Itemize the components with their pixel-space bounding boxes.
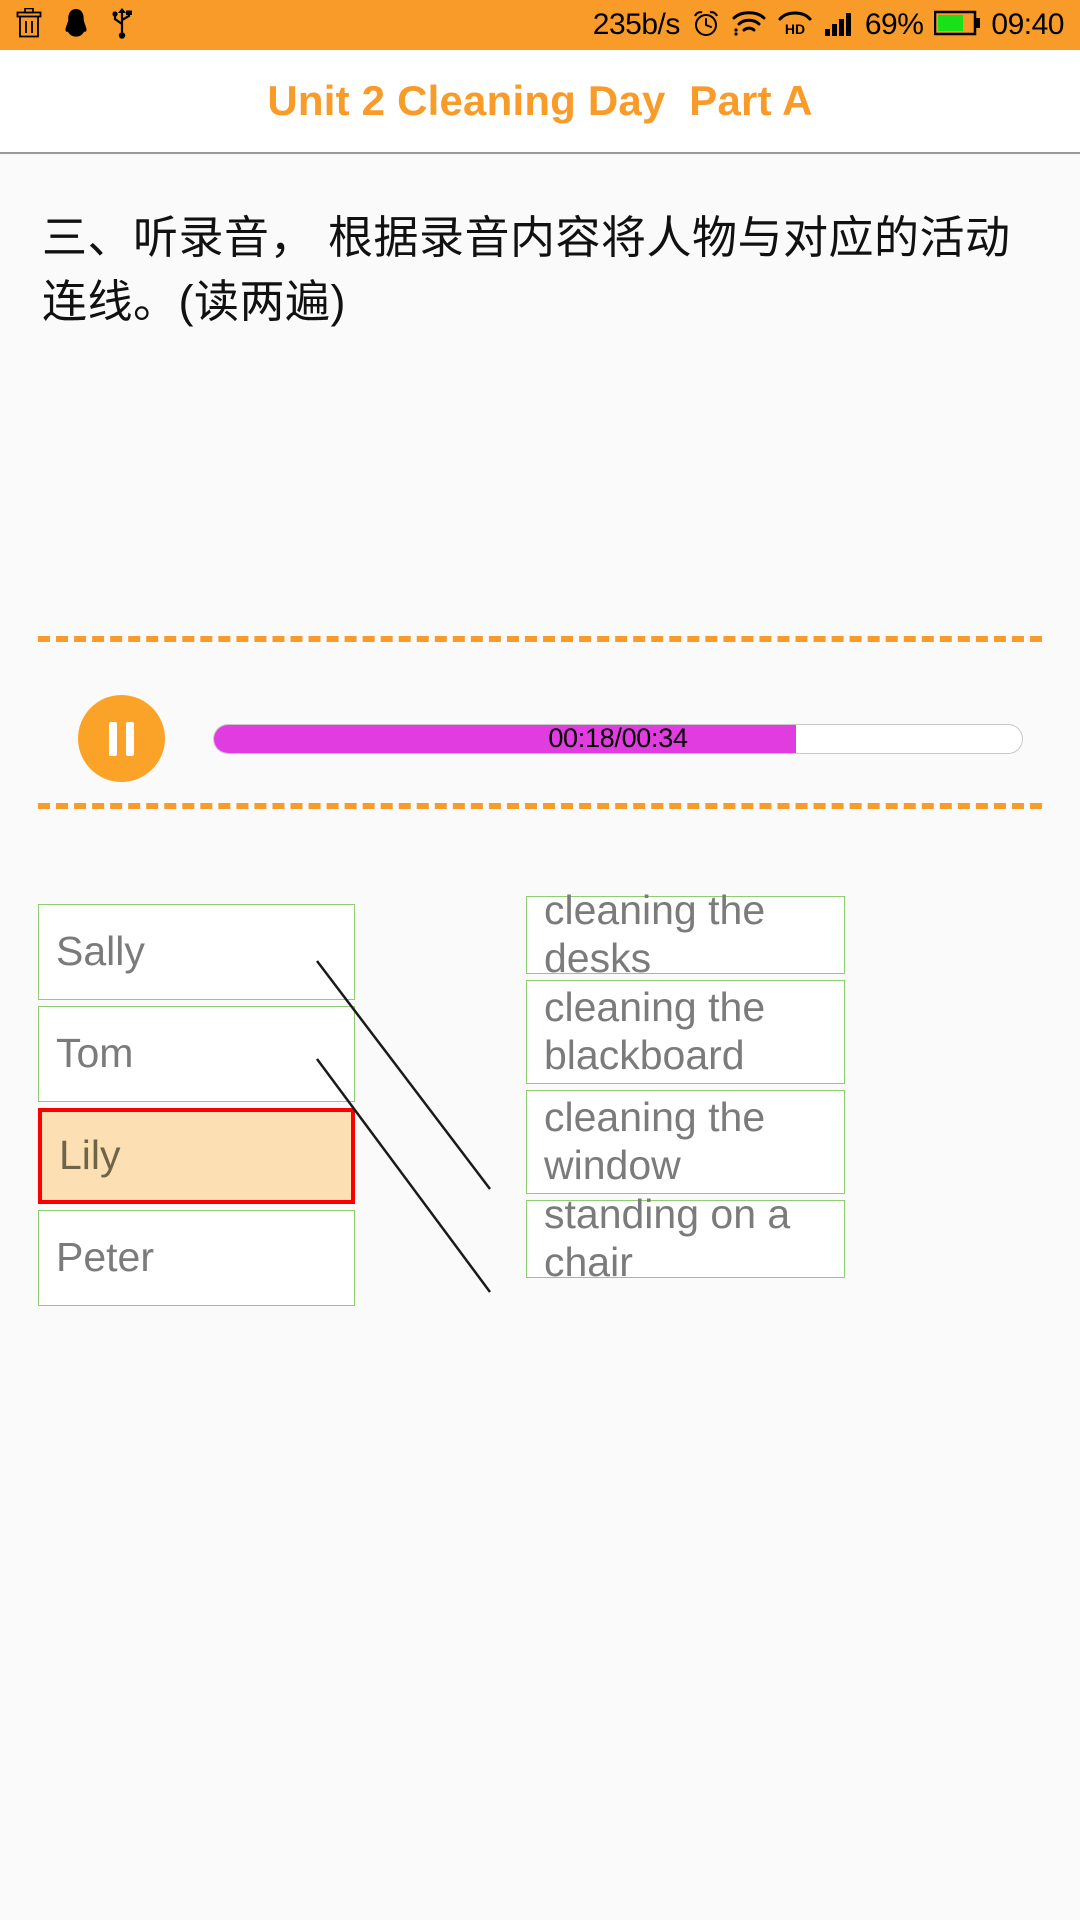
activity-label: cleaning the window — [544, 1094, 766, 1188]
matching-exercise: Sally Tom Lily Peter cleaning the desks … — [0, 887, 1080, 1316]
pause-bar-right — [126, 721, 134, 756]
activity-box-cleaning-blackboard[interactable]: cleaning the blackboard — [526, 980, 845, 1084]
audio-time-label: 00:18/00:34 — [548, 723, 688, 753]
activity-box-cleaning-desks[interactable]: cleaning the desks — [526, 887, 845, 981]
status-bar-right-icons: 235b/s HD 69% 09:40 — [592, 8, 1065, 43]
content-area: 三、听录音， 根据录音内容将人物与对应的活动连线。(读两遍) 00:18/00:… — [0, 206, 1080, 1920]
people-column: Sally Tom Lily Peter — [38, 904, 355, 1306]
activity-label: cleaning the blackboard — [544, 984, 766, 1078]
person-box-sally[interactable]: Sally — [38, 904, 355, 1000]
trash-icon — [16, 7, 42, 43]
status-bar-left-icons — [16, 7, 134, 44]
divider-top — [38, 636, 1042, 642]
battery-percent-label: 69% — [864, 8, 924, 41]
person-label: Sally — [56, 928, 145, 975]
divider-bottom — [38, 803, 1042, 809]
person-box-lily[interactable]: Lily — [38, 1108, 355, 1204]
svg-text:HD: HD — [785, 21, 805, 37]
page-title: Unit 2 Cleaning Day Part A — [267, 77, 813, 124]
instruction-text: 三、听录音， 根据录音内容将人物与对应的活动连线。(读两遍) — [42, 212, 1011, 327]
activity-box-standing-chair[interactable]: standing on a chair — [526, 1191, 845, 1285]
qq-penguin-icon — [64, 8, 88, 43]
network-speed-label: 235b/s — [592, 8, 681, 41]
pause-bar-left — [109, 721, 117, 756]
clock-label: 09:40 — [991, 8, 1064, 41]
title-bar: Unit 2 Cleaning Day Part A — [0, 50, 1080, 154]
wifi-icon — [732, 9, 766, 42]
activity-column: cleaning the desks cleaning the blackboa… — [526, 887, 845, 1285]
status-bar: 235b/s HD 69% 09:40 — [0, 0, 1080, 50]
signal-bars-icon — [824, 9, 854, 42]
person-label: Tom — [56, 1030, 134, 1077]
person-box-tom[interactable]: Tom — [38, 1006, 355, 1102]
person-label: Lily — [59, 1132, 121, 1179]
person-label: Peter — [56, 1234, 154, 1281]
battery-icon — [934, 10, 981, 41]
alarm-clock-icon — [691, 8, 721, 43]
pause-icon[interactable] — [78, 695, 165, 782]
activity-label: cleaning the desks — [544, 887, 766, 981]
person-box-peter[interactable]: Peter — [38, 1210, 355, 1306]
activity-box-cleaning-window[interactable]: cleaning the window — [526, 1090, 845, 1194]
audio-player: 00:18/00:34 — [0, 676, 1080, 801]
hd-icon: HD — [777, 9, 813, 42]
audio-progress-bar[interactable]: 00:18/00:34 — [213, 723, 1023, 754]
activity-label: standing on a chair — [544, 1191, 791, 1285]
usb-icon — [110, 7, 134, 44]
